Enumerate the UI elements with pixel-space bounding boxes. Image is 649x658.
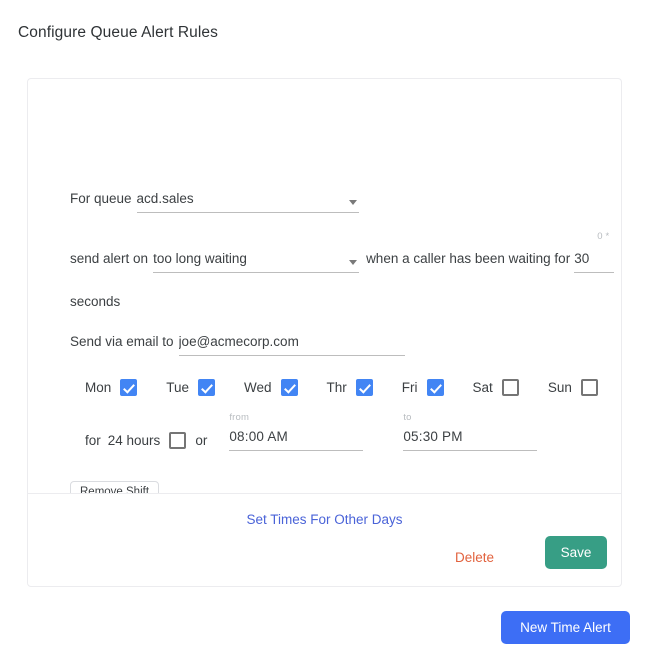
chevron-down-icon — [349, 200, 357, 205]
weekday-label: Wed — [244, 380, 272, 395]
weekday-checkbox-fri[interactable] — [427, 379, 444, 396]
alert-rule-card: For queue acd.sales send alert on too lo… — [27, 78, 622, 587]
email-input[interactable]: joe@acmecorp.com — [179, 334, 405, 356]
weekday-checkbox-sun[interactable] — [581, 379, 598, 396]
seconds-row: seconds — [70, 294, 120, 309]
save-button[interactable]: Save — [545, 536, 607, 569]
weekday-label: Mon — [85, 380, 111, 395]
weekday-checkbox-wed[interactable] — [281, 379, 298, 396]
wait-threshold-float-label: 0 * — [597, 231, 609, 242]
weekday-item: Sat — [473, 379, 519, 396]
chevron-down-icon — [349, 260, 357, 265]
from-time-input[interactable]: from 08:00 AM — [229, 429, 363, 451]
wait-threshold-value: 30 — [574, 251, 614, 272]
trigger-row: send alert on too long waiting when a ca… — [70, 251, 614, 273]
or-label: or — [195, 433, 207, 448]
to-time-float-label: to — [403, 412, 411, 423]
weekday-checkbox-sat[interactable] — [502, 379, 519, 396]
from-time-float-label: from — [229, 412, 249, 423]
weekday-item: Mon — [85, 379, 137, 396]
weekday-checkbox-mon[interactable] — [120, 379, 137, 396]
set-times-for-other-days-link[interactable]: Set Times For Other Days — [28, 512, 621, 527]
weekday-item: Thr — [327, 379, 373, 396]
weekday-item: Wed — [244, 379, 298, 396]
weekday-row: Mon Tue Wed Thr Fri Sat Sun — [85, 379, 598, 396]
weekday-checkbox-thr[interactable] — [356, 379, 373, 396]
email-row: Send via email to joe@acmecorp.com — [70, 334, 405, 356]
queue-select[interactable]: acd.sales — [137, 191, 359, 213]
for-label: for — [85, 433, 101, 448]
weekday-label: Sun — [548, 380, 572, 395]
wait-threshold-input[interactable]: 0 * 30 — [574, 251, 614, 273]
weekday-label: Thr — [327, 380, 347, 395]
weekday-label: Fri — [402, 380, 418, 395]
seconds-label: seconds — [70, 294, 120, 309]
wait-threshold-label: when a caller has been waiting for — [366, 251, 570, 266]
weekday-label: Sat — [473, 380, 493, 395]
all-day-checkbox[interactable] — [169, 432, 186, 449]
page-title: Configure Queue Alert Rules — [18, 24, 218, 42]
weekday-item: Tue — [166, 379, 215, 396]
email-input-value: joe@acmecorp.com — [179, 334, 405, 355]
to-time-input[interactable]: to 05:30 PM — [403, 429, 537, 451]
queue-row: For queue acd.sales — [70, 191, 359, 213]
delete-button[interactable]: Delete — [447, 544, 502, 571]
card-footer: Set Times For Other Days Delete Save — [28, 493, 621, 587]
new-time-alert-button[interactable]: New Time Alert — [501, 611, 630, 644]
alert-rule-form: For queue acd.sales send alert on too lo… — [28, 79, 621, 493]
all-day-label: 24 hours — [108, 433, 161, 448]
weekday-label: Tue — [166, 380, 189, 395]
queue-label: For queue — [70, 191, 132, 206]
email-label: Send via email to — [70, 334, 174, 349]
remove-shift-button[interactable]: Remove Shift — [70, 481, 159, 493]
to-time-value: 05:30 PM — [403, 429, 537, 450]
from-time-value: 08:00 AM — [229, 429, 363, 450]
trigger-type-value: too long waiting — [153, 251, 359, 272]
queue-select-value: acd.sales — [137, 191, 359, 212]
trigger-type-select[interactable]: too long waiting — [153, 251, 359, 273]
weekday-checkbox-tue[interactable] — [198, 379, 215, 396]
weekday-item: Fri — [402, 379, 444, 396]
send-alert-on-label: send alert on — [70, 251, 148, 266]
hours-row: for 24 hours or from 08:00 AM to 05:30 P… — [85, 429, 537, 451]
weekday-item: Sun — [548, 379, 598, 396]
